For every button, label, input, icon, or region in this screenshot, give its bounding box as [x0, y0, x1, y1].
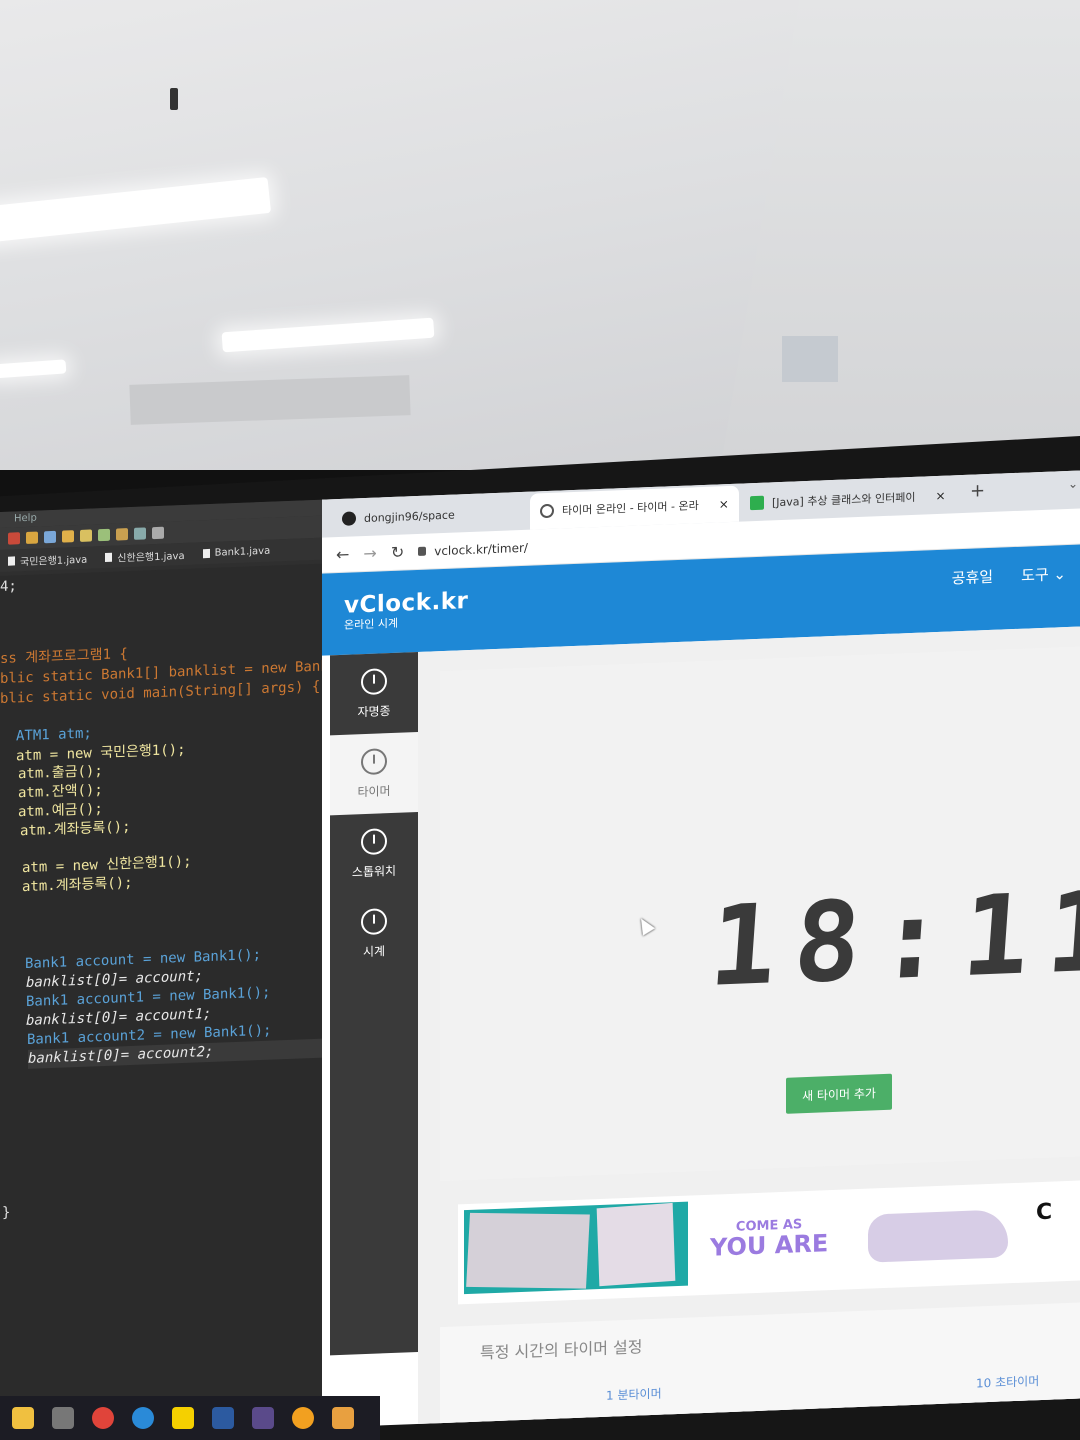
- url-field[interactable]: vclock.kr/timer/: [418, 540, 528, 558]
- tab-title: 타이머 온라인 - 타이머 - 온라: [562, 499, 699, 518]
- ad-photo-image: [466, 1212, 590, 1289]
- file-explorer-icon[interactable]: [12, 1407, 34, 1429]
- clock-icon: [361, 907, 387, 935]
- alarm-clock-icon: [361, 667, 387, 695]
- timer-display: 18:11: [705, 866, 1080, 1011]
- ide-window: Help 국민은행1.java 신한은행1.java Bank1.java 4;: [0, 499, 337, 1440]
- logo-text: vClock.kr: [344, 588, 469, 619]
- chrome-icon[interactable]: [92, 1407, 114, 1429]
- java-file-icon: [202, 548, 210, 558]
- sidebar-item-label: 자명종: [357, 703, 391, 719]
- sidebar-item-label: 타이머: [357, 783, 391, 799]
- lock-icon: [418, 546, 427, 556]
- refresh-icon[interactable]: [44, 530, 56, 544]
- ad-photo-image: [596, 1202, 676, 1287]
- timer-panel: 18:11 새 타이머 추가: [440, 645, 1080, 1182]
- ceiling-hook: [170, 88, 178, 110]
- java-file-icon: [8, 555, 15, 566]
- sidebar-item-clock[interactable]: 시계: [330, 892, 418, 975]
- sidebar-item-stopwatch[interactable]: 스톱워치: [330, 812, 418, 895]
- run-icon[interactable]: [98, 528, 110, 542]
- add-timer-button[interactable]: 새 타이머 추가: [786, 1073, 892, 1114]
- nav-tools[interactable]: 도구 ⌄: [1021, 563, 1066, 586]
- app-icon[interactable]: [252, 1407, 274, 1429]
- open-folder-icon[interactable]: [62, 530, 74, 543]
- ad-photo: [464, 1201, 688, 1295]
- tab-search-chevron-icon[interactable]: ⌄: [1068, 477, 1078, 491]
- top-nav: 공휴일 도구 ⌄: [952, 563, 1066, 588]
- grid-icon[interactable]: [134, 527, 146, 540]
- close-tab-icon[interactable]: ×: [719, 497, 729, 511]
- windows-taskbar: [0, 1396, 380, 1440]
- editor-tab-label: 신한은행1.java: [117, 550, 185, 564]
- editor-tab[interactable]: 국민은행1.java: [8, 550, 87, 568]
- edge-icon[interactable]: [132, 1407, 154, 1429]
- code-line: ATM1 atm;: [16, 725, 92, 745]
- ad-brand-text: C: [1036, 1199, 1053, 1226]
- github-icon: [342, 511, 356, 526]
- eclipse-icon[interactable]: [212, 1407, 234, 1429]
- editor-tab[interactable]: 신한은행1.java: [105, 546, 185, 564]
- browser-window: dongjin96/space × 타이머 온라인 - 타이머 - 온라 × […: [322, 470, 1080, 1440]
- close-tab-icon[interactable]: ×: [936, 489, 946, 503]
- sidebar-item-alarm[interactable]: 자명종: [330, 652, 418, 735]
- section-title: 특정 시간의 타이머 설정: [480, 1337, 643, 1363]
- ad-slogan: COME AS YOU ARE: [710, 1216, 829, 1262]
- velog-icon: [750, 495, 764, 511]
- menu-help[interactable]: Help: [14, 513, 37, 525]
- timer-favicon-icon: [540, 503, 554, 519]
- app-icon[interactable]: [292, 1407, 314, 1429]
- advertisement-banner[interactable]: COME AS YOU ARE C: [458, 1179, 1080, 1305]
- sidebar-item-label: 스톱워치: [351, 863, 397, 879]
- editor-tab-label: Bank1.java: [214, 545, 271, 559]
- code-line: atm.계좌등록();: [20, 818, 131, 840]
- site-sidebar: 자명종 타이머 스톱워치 시계: [330, 651, 418, 1356]
- sidebar-item-timer[interactable]: 타이머: [330, 731, 418, 816]
- forward-arrow-icon[interactable]: →: [363, 544, 376, 564]
- pencil-icon[interactable]: [116, 528, 128, 541]
- kakaotalk-icon[interactable]: [172, 1407, 194, 1429]
- debug-icon[interactable]: [8, 532, 20, 545]
- monitor-screen: Help 국민은행1.java 신한은행1.java Bank1.java 4;: [0, 470, 1080, 1440]
- wall-vent: [782, 336, 838, 382]
- ad-slogan-line: YOU ARE: [710, 1229, 829, 1262]
- nav-holidays[interactable]: 공휴일: [952, 566, 993, 589]
- brush-icon[interactable]: [80, 529, 92, 542]
- new-tab-button[interactable]: +: [970, 480, 985, 502]
- code-line: 4;: [0, 578, 17, 595]
- app-icon[interactable]: [332, 1407, 354, 1429]
- tab-title: dongjin96/space: [364, 508, 455, 525]
- url-text: vclock.kr/timer/: [434, 540, 528, 558]
- site-logo[interactable]: vClock.kr 온라인 시계: [344, 588, 468, 633]
- tab-title: [Java] 추상 클래스와 인터페이: [772, 490, 916, 510]
- store-icon[interactable]: [52, 1407, 74, 1429]
- preset-link-10sec[interactable]: 10 초타이머: [976, 1372, 1039, 1391]
- java-file-icon: [105, 552, 113, 562]
- editor-tab[interactable]: Bank1.java: [202, 545, 271, 559]
- code-editor[interactable]: 4; ss 계좌프로그램1 { blic static Bank1[] bank…: [0, 563, 337, 1416]
- build-icon[interactable]: [26, 531, 38, 545]
- code-line: atm.계좌등록();: [22, 874, 133, 896]
- ad-shoe-image: [868, 1209, 1008, 1263]
- mouse-cursor-icon: [634, 914, 656, 936]
- back-arrow-icon[interactable]: ←: [336, 545, 349, 565]
- editor-tab-label: 국민은행1.java: [20, 554, 88, 568]
- stopwatch-icon: [361, 827, 387, 855]
- site-main: 18:11 새 타이머 추가 COME AS YOU ARE C 특정 시간의 …: [418, 626, 1080, 1440]
- code-line: }: [2, 1204, 11, 1221]
- sidebar-item-label: 시계: [362, 943, 386, 959]
- timer-icon: [361, 747, 387, 775]
- photo-stage: Help 국민은행1.java 신한은행1.java Bank1.java 4;: [0, 0, 1080, 1440]
- preset-link-1min[interactable]: 1 분타이머: [606, 1385, 662, 1404]
- pilcrow-icon[interactable]: [152, 526, 164, 540]
- reload-icon[interactable]: ↻: [391, 542, 404, 562]
